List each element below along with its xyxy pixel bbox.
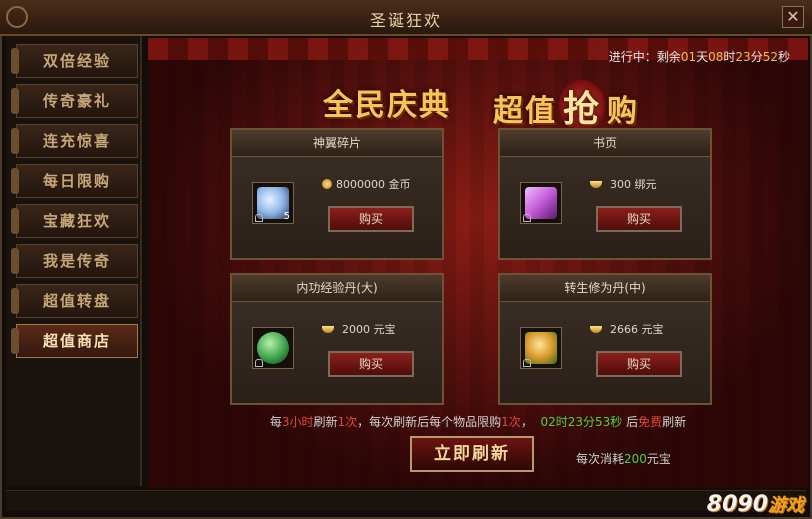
shop-item-card: 书页 300 绑元 购买 (498, 128, 712, 260)
site-logo: 8090游戏 (706, 492, 804, 517)
gold-coin-icon (322, 179, 332, 189)
refresh-cost-text: 每次消耗200元宝 (576, 452, 671, 466)
lock-icon (523, 214, 531, 222)
refresh-info-text: 每3小时刷新1次，每次刷新后每个物品限购1次， 02时23分53秒 后免费刷新 (269, 415, 687, 429)
item-price: 300 绑元 (590, 176, 657, 192)
buy-button[interactable]: 购买 (596, 351, 682, 377)
item-price: 2000 元宝 (322, 321, 396, 337)
ingot-icon (590, 326, 602, 333)
shop-item-card: 内功经验丹(大) 2000 元宝 购买 (230, 273, 444, 405)
buy-button[interactable]: 购买 (328, 206, 414, 232)
sidebar-item-wheel[interactable]: 超值转盘 (11, 284, 138, 318)
window-title: 圣诞狂欢 (369, 11, 442, 30)
lock-icon (523, 359, 531, 367)
shop-main-panel: 进行中：剩余01天08时23分52秒 全民庆典 超值抢购 神翼碎片 5 8000… (148, 38, 808, 488)
sidebar: 双倍经验 传奇豪礼 连充惊喜 每日限购 宝藏狂欢 我是传奇 超值转盘 超值商店 (6, 36, 142, 486)
item-price: 8000000 金币 (322, 176, 411, 192)
buy-button[interactable]: 购买 (596, 206, 682, 232)
item-slot[interactable] (520, 182, 562, 224)
banner-right-text: 超值抢购 (493, 80, 639, 132)
close-icon: ✕ (786, 7, 800, 26)
sidebar-item-recharge-surprise[interactable]: 连充惊喜 (11, 124, 138, 158)
banner-left-text: 全民庆典 (323, 88, 451, 123)
item-name: 内功经验丹(大) (232, 275, 442, 302)
event-banner: 全民庆典 超值抢购 (148, 76, 808, 136)
item-name: 神翼碎片 (232, 130, 442, 157)
item-name: 书页 (500, 130, 710, 157)
bottom-bar (6, 490, 806, 511)
sidebar-item-shop[interactable]: 超值商店 (11, 324, 138, 358)
item-count: 5 (283, 211, 290, 222)
shop-item-card: 转生修为丹(中) 2666 元宝 购买 (498, 273, 712, 405)
bound-ingot-icon (590, 181, 602, 188)
lock-icon (255, 214, 263, 222)
title-bar: 圣诞狂欢 ✕ (0, 0, 812, 36)
item-name: 转生修为丹(中) (500, 275, 710, 302)
buy-button[interactable]: 购买 (328, 351, 414, 377)
item-slot[interactable] (252, 327, 294, 369)
sidebar-item-legend-gift[interactable]: 传奇豪礼 (11, 84, 138, 118)
sidebar-item-double-exp[interactable]: 双倍经验 (11, 44, 138, 78)
lock-icon (255, 359, 263, 367)
refresh-now-button[interactable]: 立即刷新 (410, 436, 534, 472)
countdown-timer: 进行中：剩余01天08时23分52秒 (608, 50, 790, 64)
sidebar-item-i-am-legend[interactable]: 我是传奇 (11, 244, 138, 278)
ingot-icon (322, 326, 334, 333)
close-button[interactable]: ✕ (782, 6, 804, 28)
item-slot[interactable] (520, 327, 562, 369)
item-slot[interactable]: 5 (252, 182, 294, 224)
sidebar-item-treasure[interactable]: 宝藏狂欢 (11, 204, 138, 238)
sidebar-item-daily-limit[interactable]: 每日限购 (11, 164, 138, 198)
item-price: 2666 元宝 (590, 321, 664, 337)
shop-item-card: 神翼碎片 5 8000000 金币 购买 (230, 128, 444, 260)
